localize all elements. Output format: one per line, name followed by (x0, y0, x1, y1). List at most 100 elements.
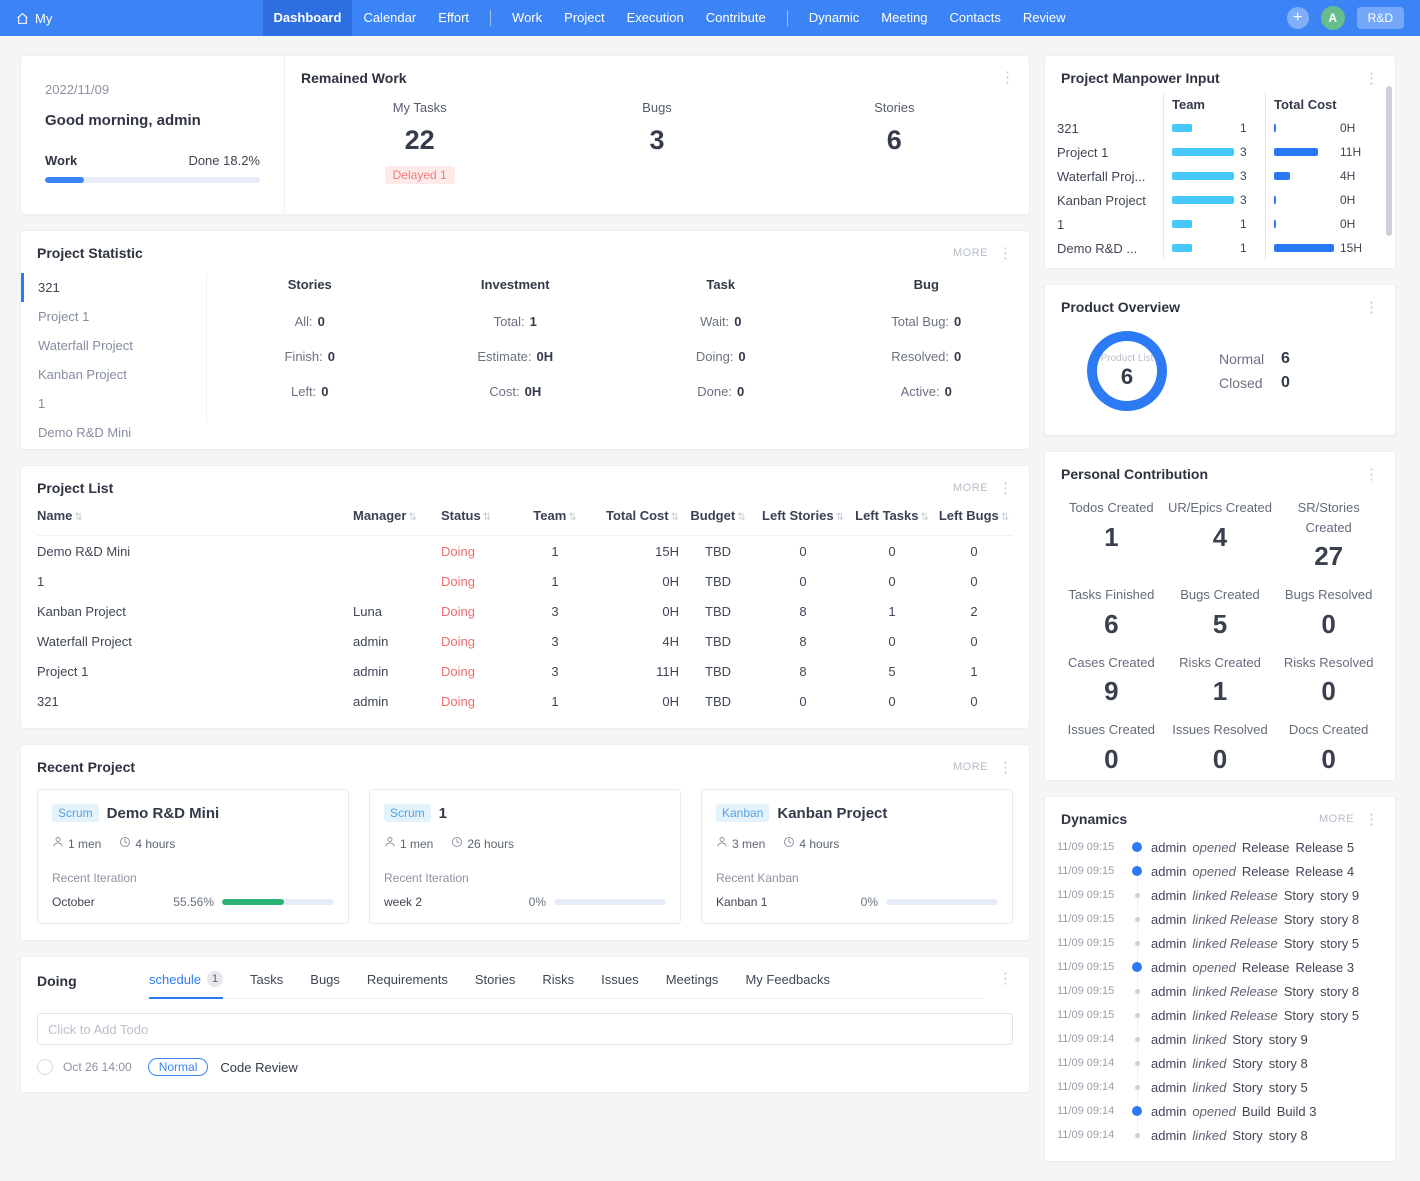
doing-tab[interactable]: Meetings (666, 971, 719, 998)
kebab-icon[interactable]: ⋮ (998, 481, 1013, 496)
doing-tab[interactable]: Issues (601, 971, 639, 998)
nav-item[interactable]: Execution (616, 0, 695, 36)
project-name[interactable]: Kanban Project (777, 805, 887, 822)
dynamics-object-link[interactable]: story 5 (1320, 1008, 1359, 1023)
table-row[interactable]: Waterfall Project admin Doing 3 4H TBD 8… (37, 626, 1013, 656)
dynamics-item: 11/09 09:14 admin linked Story story 9 (1057, 1027, 1383, 1051)
project-statistic-item[interactable]: Waterfall Project (21, 331, 206, 360)
table-row[interactable]: 321 admin Doing 1 0H TBD 0 0 0 (37, 686, 1013, 716)
todo-text[interactable]: Code Review (220, 1060, 297, 1075)
project-statistic-item[interactable]: Demo R&D Mini (21, 418, 206, 447)
kebab-icon[interactable]: ⋮ (1364, 467, 1379, 482)
col-left-tasks[interactable]: Left Tasks⇅ (849, 508, 935, 523)
cell-manager: admin (353, 694, 441, 709)
statistic-row: Total Bug:0 (824, 314, 1030, 329)
doing-tab[interactable]: schedule 1 (149, 971, 223, 998)
dynamics-object-link[interactable]: story 8 (1320, 912, 1359, 927)
nav-item[interactable]: Meeting (870, 0, 938, 36)
more-button[interactable]: MORE (953, 247, 988, 259)
avatar[interactable]: A (1321, 6, 1345, 30)
project-statistic-item[interactable]: 1 (21, 389, 206, 418)
doing-tab[interactable]: Stories (475, 971, 515, 998)
kebab-icon[interactable]: ⋮ (998, 246, 1013, 261)
cell-name[interactable]: Kanban Project (37, 604, 353, 619)
nav-item[interactable]: Work (501, 0, 553, 36)
table-row[interactable]: 1 Doing 1 0H TBD 0 0 0 (37, 566, 1013, 596)
col-total-cost[interactable]: Total Cost⇅ (589, 508, 679, 523)
recent-project-item[interactable]: Kanban Kanban Project 3 men 4 hours Rece… (701, 789, 1013, 924)
iteration-name[interactable]: week 2 (384, 895, 422, 909)
more-button[interactable]: MORE (953, 761, 988, 773)
project-name[interactable]: Demo R&D Mini (107, 805, 220, 822)
more-button[interactable]: MORE (1319, 813, 1354, 825)
col-team[interactable]: Team⇅ (521, 508, 589, 523)
workspace-switcher[interactable]: R&D (1357, 7, 1404, 29)
cell-name[interactable]: Project 1 (37, 664, 353, 679)
dynamics-object-link[interactable]: story 5 (1320, 936, 1359, 951)
dynamics-object-link[interactable]: story 5 (1269, 1080, 1308, 1095)
dynamics-object-link[interactable]: Release 3 (1296, 960, 1355, 975)
more-button[interactable]: MORE (953, 482, 988, 494)
cell-name[interactable]: 321 (37, 694, 353, 709)
col-manager[interactable]: Manager⇅ (353, 508, 441, 523)
contribution-stat: Tasks Finished 6 (1057, 585, 1166, 640)
recent-project-item[interactable]: Scrum Demo R&D Mini 1 men 4 hours Recent… (37, 789, 349, 924)
iteration-name[interactable]: October (52, 895, 95, 909)
col-left-bugs[interactable]: Left Bugs⇅ (935, 508, 1013, 523)
manpower-row: Waterfall Proj... 3 4H (1057, 164, 1383, 188)
dynamics-object-link[interactable]: Release 4 (1296, 864, 1355, 879)
kebab-icon[interactable]: ⋮ (1364, 71, 1379, 86)
col-status[interactable]: Status⇅ (441, 508, 521, 523)
col-left-stories[interactable]: Left Stories⇅ (757, 508, 849, 523)
kebab-icon[interactable]: ⋮ (1364, 812, 1379, 827)
doing-tab[interactable]: Tasks (250, 971, 283, 998)
dynamics-time: 11/09 09:14 (1057, 1057, 1123, 1069)
dynamics-object-link[interactable]: story 9 (1269, 1032, 1308, 1047)
add-todo-input[interactable] (37, 1013, 1013, 1045)
kebab-icon[interactable]: ⋮ (998, 760, 1013, 775)
nav-item[interactable]: Dashboard (263, 0, 353, 36)
table-row[interactable]: Demo R&D Mini Doing 1 15H TBD 0 0 0 (37, 536, 1013, 566)
col-name[interactable]: Name⇅ (37, 508, 353, 523)
dynamics-object-link[interactable]: story 9 (1320, 888, 1359, 903)
nav-item[interactable]: Dynamic (798, 0, 871, 36)
doing-tab[interactable]: Requirements (367, 971, 448, 998)
nav-item[interactable]: Contribute (695, 0, 777, 36)
dynamics-object-link[interactable]: story 8 (1269, 1128, 1308, 1143)
recent-project-item[interactable]: Scrum 1 1 men 26 hours Recent Iteration … (369, 789, 681, 924)
kebab-icon[interactable]: ⋮ (1364, 300, 1379, 315)
project-statistic-item[interactable]: Kanban Project (21, 360, 206, 389)
cost-bar (1274, 148, 1318, 156)
nav-home[interactable]: My (16, 11, 52, 26)
doing-tab[interactable]: Bugs (310, 971, 340, 998)
kebab-icon[interactable]: ⋮ (998, 971, 1013, 986)
plus-icon[interactable]: + (1287, 7, 1309, 29)
nav-item[interactable]: Project (553, 0, 615, 36)
nav-item[interactable]: Review (1012, 0, 1077, 36)
cell-name[interactable]: 1 (37, 574, 353, 589)
todo-checkbox[interactable] (37, 1059, 53, 1075)
table-row[interactable]: Kanban Project Luna Doing 3 0H TBD 8 1 2 (37, 596, 1013, 626)
table-row[interactable]: Project 1 admin Doing 3 11H TBD 8 5 1 (37, 656, 1013, 686)
nav-item[interactable]: Calendar (352, 0, 427, 36)
dynamics-object-link[interactable]: Build 3 (1277, 1104, 1317, 1119)
product-donut-chart[interactable]: Product List 6 (1087, 331, 1167, 411)
nav-item[interactable]: Effort (427, 0, 480, 36)
doing-tab[interactable]: Risks (542, 971, 574, 998)
col-budget[interactable]: Budget⇅ (679, 508, 757, 523)
nav-item[interactable]: Contacts (939, 0, 1012, 36)
dynamics-object-link[interactable]: story 8 (1269, 1056, 1308, 1071)
dynamics-object-link[interactable]: Release 5 (1296, 840, 1355, 855)
iteration-name[interactable]: Kanban 1 (716, 895, 767, 909)
cell-name[interactable]: Demo R&D Mini (37, 544, 353, 559)
project-statistic-item[interactable]: Project 1 (21, 302, 206, 331)
project-name[interactable]: 1 (439, 805, 447, 822)
tab-count-badge: 1 (207, 971, 223, 987)
project-statistic-item[interactable]: 321 (21, 273, 206, 302)
dynamics-object-link[interactable]: story 8 (1320, 984, 1359, 999)
doing-tab[interactable]: My Feedbacks (745, 971, 830, 998)
scrollbar[interactable] (1386, 86, 1392, 236)
kebab-icon[interactable]: ⋮ (1000, 70, 1015, 85)
dynamics-object-type: Story (1284, 888, 1314, 903)
cell-name[interactable]: Waterfall Project (37, 634, 353, 649)
